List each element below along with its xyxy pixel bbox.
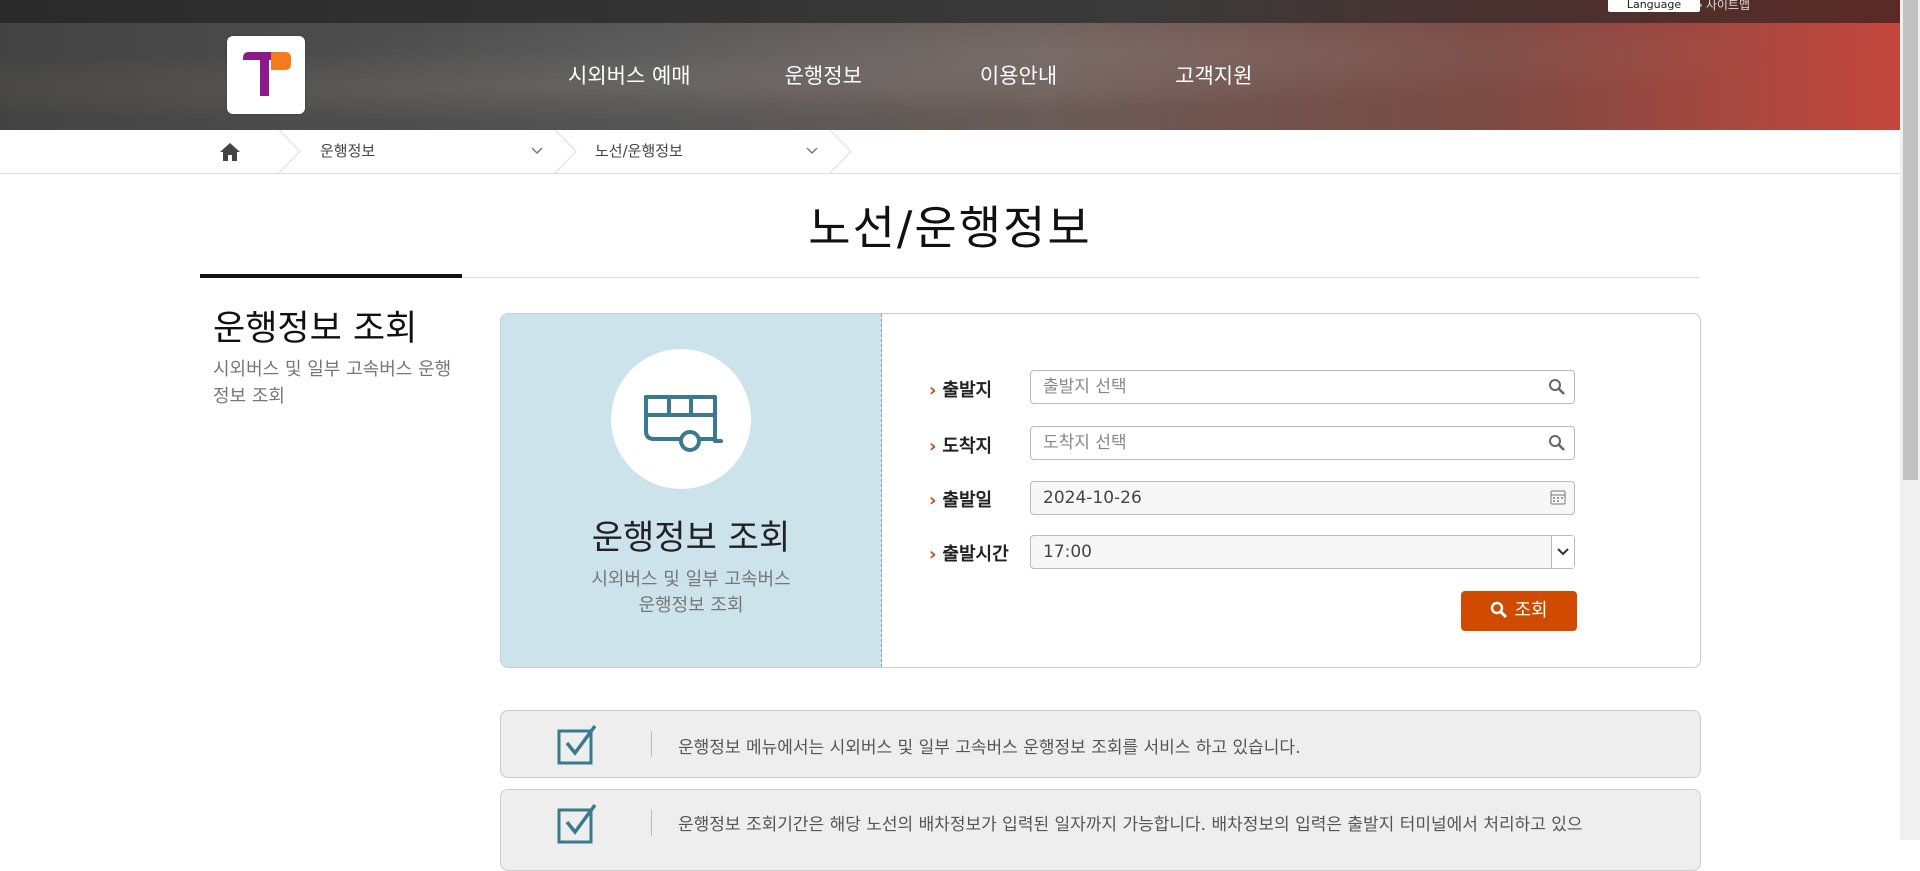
departure-input[interactable]: 출발지 선택	[1030, 370, 1575, 404]
utility-link-sitemap[interactable]: 사이트맵	[1698, 0, 1750, 13]
date-input[interactable]: 2024-10-26	[1030, 481, 1575, 515]
time-select[interactable]: 17:00	[1030, 535, 1575, 569]
arrival-placeholder: 도착지 선택	[1043, 433, 1127, 453]
departure-placeholder: 출발지 선택	[1043, 377, 1127, 397]
sidebar-title: 운행정보 조회	[213, 309, 418, 349]
chevron-down-icon	[806, 147, 818, 155]
departure-label: 출발지	[929, 376, 992, 402]
logo-t-icon	[243, 52, 291, 96]
panel-description-line2: 운행정보 조회	[638, 595, 744, 616]
nav-item-route-info[interactable]: 운행정보	[785, 60, 862, 90]
sidebar-description: 시외버스 및 일부 고속버스 운행정보 조회	[213, 359, 452, 407]
breadcrumb-separator	[829, 130, 852, 173]
checkbox-check-icon	[557, 803, 597, 844]
notice-divider	[651, 731, 652, 757]
search-icon	[1491, 601, 1508, 619]
language-button[interactable]: Language	[1608, 0, 1700, 12]
panel-description: 시외버스 및 일부 고속버스 운행정보 조회	[501, 567, 881, 619]
site-header: 시외버스 예매 운행정보 이용안내 고객지원	[0, 23, 1900, 130]
date-value: 2024-10-26	[1043, 488, 1142, 508]
scrollbar-thumb[interactable]	[1903, 0, 1918, 480]
home-icon[interactable]	[218, 141, 242, 163]
search-panel: 운행정보 조회 시외버스 및 일부 고속버스 운행정보 조회 출발지 출발지 선…	[500, 313, 1701, 668]
notice-text: 운행정보 메뉴에서는 시외버스 및 일부 고속버스 운행정보 조회를 서비스 하…	[678, 738, 1301, 758]
search-icon[interactable]	[1548, 434, 1566, 452]
breadcrumb: 운행정보 노선/운행정보	[0, 130, 1900, 174]
breadcrumb-separator	[278, 130, 301, 173]
arrival-input[interactable]: 도착지 선택	[1030, 426, 1575, 460]
search-button[interactable]: 조회	[1461, 591, 1577, 631]
date-label: 출발일	[929, 486, 992, 512]
notice-text: 운행정보 조회기간은 해당 노선의 배차정보가 입력된 일자까지 가능합니다. …	[678, 815, 1583, 835]
nav-item-booking[interactable]: 시외버스 예매	[568, 60, 691, 90]
main-nav: 시외버스 예매 운행정보 이용안내 고객지원	[568, 60, 1252, 90]
nav-item-support[interactable]: 고객지원	[1175, 60, 1252, 90]
panel-intro: 운행정보 조회 시외버스 및 일부 고속버스 운행정보 조회	[501, 314, 882, 667]
panel-title: 운행정보 조회	[591, 518, 791, 558]
chevron-down-icon	[531, 147, 543, 155]
search-button-label: 조회	[1514, 600, 1548, 621]
calendar-icon[interactable]	[1550, 489, 1566, 505]
breadcrumb-separator	[554, 130, 577, 173]
utility-bar: 한 사이트맵 Language	[0, 0, 1900, 23]
panel-description-line1: 시외버스 및 일부 고속버스	[591, 569, 791, 590]
breadcrumb-level1[interactable]: 운행정보	[320, 130, 545, 173]
chevron-down-icon	[1557, 548, 1569, 556]
notice-item: 운행정보 조회기간은 해당 노선의 배차정보가 입력된 일자까지 가능합니다. …	[500, 789, 1701, 871]
bus-icon-circle	[611, 349, 751, 489]
checkbox-check-icon	[557, 724, 597, 765]
nav-item-guide[interactable]: 이용안내	[980, 60, 1057, 90]
page-title: 노선/운행정보	[808, 201, 1092, 255]
breadcrumb-level2[interactable]: 노선/운행정보	[595, 130, 820, 173]
time-value: 17:00	[1043, 542, 1092, 562]
search-icon[interactable]	[1548, 378, 1566, 396]
notice-item: 운행정보 메뉴에서는 시외버스 및 일부 고속버스 운행정보 조회를 서비스 하…	[500, 710, 1701, 778]
time-label: 출발시간	[929, 540, 1008, 566]
breadcrumb-level1-label: 운행정보	[320, 142, 376, 160]
title-divider-accent	[200, 274, 462, 278]
breadcrumb-level2-label: 노선/운행정보	[595, 142, 683, 160]
bus-icon	[644, 395, 723, 452]
site-logo[interactable]	[227, 36, 305, 114]
select-dropdown-button[interactable]	[1551, 536, 1574, 568]
arrival-label: 도착지	[929, 432, 992, 458]
notice-divider	[651, 810, 652, 836]
